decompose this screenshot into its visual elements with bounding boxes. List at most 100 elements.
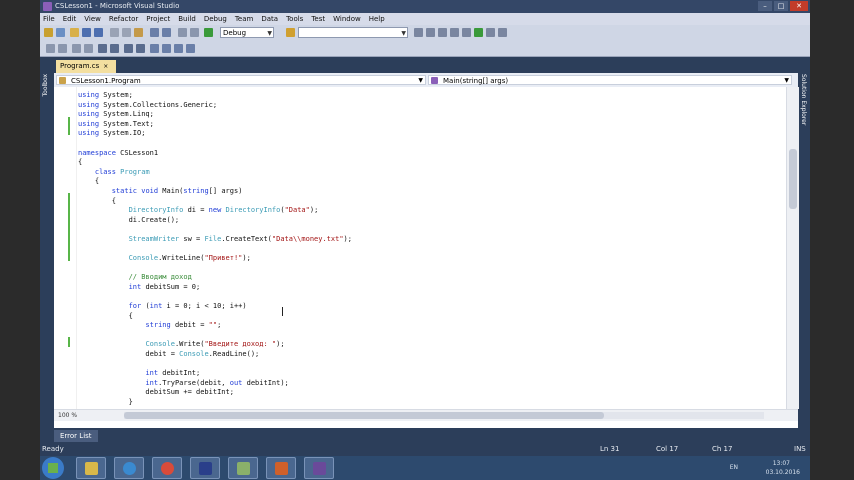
- bookmark-icon[interactable]: [150, 44, 159, 53]
- vertical-scrollbar[interactable]: [786, 87, 799, 409]
- menu-item-build[interactable]: Build: [178, 15, 196, 23]
- language-indicator[interactable]: EN: [730, 464, 738, 471]
- code-line[interactable]: string debit = "";: [78, 321, 352, 331]
- find-icon[interactable]: [286, 28, 295, 37]
- menu-item-window[interactable]: Window: [333, 15, 361, 23]
- menu-item-project[interactable]: Project: [146, 15, 170, 23]
- code-line[interactable]: [78, 264, 352, 274]
- code-line[interactable]: using System.Linq;: [78, 110, 352, 120]
- tab-program-cs[interactable]: Program.cs ×: [56, 60, 117, 73]
- save-all-icon[interactable]: [94, 28, 103, 37]
- code-line[interactable]: int debitSum = 0;: [78, 283, 352, 293]
- taskbar-explorer[interactable]: [76, 457, 106, 479]
- code-line[interactable]: for (int i = 0; i < 10; i++): [78, 302, 352, 312]
- code-line[interactable]: [78, 225, 352, 235]
- code-line[interactable]: using System.IO;: [78, 129, 352, 139]
- clock-date[interactable]: 03.10.2016: [766, 469, 800, 476]
- error-list-tab[interactable]: Error List: [54, 430, 98, 442]
- menu-item-debug[interactable]: Debug: [204, 15, 227, 23]
- paste-icon[interactable]: [134, 28, 143, 37]
- code-line[interactable]: using System.Text;: [78, 120, 352, 130]
- code-line[interactable]: [78, 292, 352, 302]
- solution-explorer-tab[interactable]: Solution Explorer: [800, 74, 807, 125]
- maximize-button[interactable]: □: [774, 1, 788, 11]
- solution-configuration-combo[interactable]: Debug ▼: [220, 27, 274, 38]
- zoom-level[interactable]: 100 %: [58, 410, 77, 421]
- navigate-forward-icon[interactable]: [190, 28, 199, 37]
- start-button[interactable]: [42, 457, 64, 479]
- toolbar-icon-4[interactable]: [84, 44, 93, 53]
- code-line[interactable]: }: [78, 398, 352, 408]
- code-line[interactable]: int debitInt;: [78, 369, 352, 379]
- open-file-icon[interactable]: [70, 28, 79, 37]
- copy-icon[interactable]: [122, 28, 131, 37]
- find-in-files-icon[interactable]: [414, 28, 423, 37]
- menu-item-view[interactable]: View: [84, 15, 101, 23]
- toolbar-options-icon[interactable]: [498, 28, 507, 37]
- clear-bookmarks-icon[interactable]: [186, 44, 195, 53]
- code-line[interactable]: Console.WriteLine("Привет!");: [78, 254, 352, 264]
- comment-out-icon[interactable]: [124, 44, 133, 53]
- clock-time[interactable]: 13:07: [773, 460, 790, 467]
- redo-icon[interactable]: [162, 28, 171, 37]
- menu-item-team[interactable]: Team: [235, 15, 254, 23]
- taskbar-chrome[interactable]: [152, 457, 182, 479]
- decrease-indent-icon[interactable]: [98, 44, 107, 53]
- menu-item-help[interactable]: Help: [369, 15, 385, 23]
- save-icon[interactable]: [82, 28, 91, 37]
- code-line[interactable]: Console.Write("Введите доход: ");: [78, 340, 352, 350]
- toolbox-icon[interactable]: [462, 28, 471, 37]
- taskbar-powerpoint[interactable]: [266, 457, 296, 479]
- code-line[interactable]: {: [78, 177, 352, 187]
- close-tab-icon[interactable]: ×: [103, 63, 108, 70]
- increase-indent-icon[interactable]: [110, 44, 119, 53]
- horizontal-scrollbar[interactable]: [124, 412, 764, 419]
- code-line[interactable]: DirectoryInfo di = new DirectoryInfo("Da…: [78, 206, 352, 216]
- code-line[interactable]: {: [78, 158, 352, 168]
- code-line[interactable]: using System;: [78, 91, 352, 101]
- code-line[interactable]: {: [78, 312, 352, 322]
- taskbar-browser-ie[interactable]: [114, 457, 144, 479]
- code-line[interactable]: class Program: [78, 168, 352, 178]
- start-page-icon[interactable]: [474, 28, 483, 37]
- type-dropdown[interactable]: CSLesson1.Program ▼: [56, 75, 426, 85]
- add-item-icon[interactable]: [56, 28, 65, 37]
- scroll-thumb[interactable]: [124, 412, 604, 419]
- code-line[interactable]: using System.Collections.Generic;: [78, 101, 352, 111]
- navigate-back-icon[interactable]: [178, 28, 187, 37]
- code-line[interactable]: debitSum += debitInt;: [78, 388, 352, 398]
- taskbar-app[interactable]: [190, 457, 220, 479]
- toolbar-icon-2[interactable]: [58, 44, 67, 53]
- code-line[interactable]: int.TryParse(debit, out debitInt);: [78, 379, 352, 389]
- code-view[interactable]: using System; using System.Collections.Ge…: [54, 87, 786, 409]
- start-debugging-icon[interactable]: [204, 28, 213, 37]
- code-line[interactable]: namespace CSLesson1: [78, 149, 352, 159]
- menu-item-tools[interactable]: Tools: [286, 15, 303, 23]
- taskbar-media[interactable]: [228, 457, 258, 479]
- code-line[interactable]: [78, 360, 352, 370]
- code-line[interactable]: di.Create();: [78, 216, 352, 226]
- object-browser-icon[interactable]: [450, 28, 459, 37]
- previous-bookmark-icon[interactable]: [162, 44, 171, 53]
- extension-manager-icon[interactable]: [486, 28, 495, 37]
- code-line[interactable]: // Вводим доход: [78, 273, 352, 283]
- code-line[interactable]: static void Main(string[] args): [78, 187, 352, 197]
- source-code[interactable]: using System; using System.Collections.Ge…: [78, 91, 352, 408]
- menu-item-file[interactable]: File: [43, 15, 55, 23]
- uncomment-icon[interactable]: [136, 44, 145, 53]
- code-line[interactable]: debit = Console.ReadLine();: [78, 350, 352, 360]
- taskbar-visual-studio[interactable]: [304, 457, 334, 479]
- minimize-button[interactable]: –: [758, 1, 772, 11]
- toolbar-icon-1[interactable]: [46, 44, 55, 53]
- menu-item-refactor[interactable]: Refactor: [109, 15, 138, 23]
- menu-item-edit[interactable]: Edit: [63, 15, 77, 23]
- code-line[interactable]: StreamWriter sw = File.CreateText("Data\…: [78, 235, 352, 245]
- cut-icon[interactable]: [110, 28, 119, 37]
- find-combo[interactable]: ▼: [298, 27, 408, 38]
- properties-icon[interactable]: [438, 28, 447, 37]
- next-bookmark-icon[interactable]: [174, 44, 183, 53]
- code-line[interactable]: {: [78, 197, 352, 207]
- toolbox-tab[interactable]: Toolbox: [42, 74, 51, 97]
- menu-item-data[interactable]: Data: [261, 15, 278, 23]
- new-project-icon[interactable]: [44, 28, 53, 37]
